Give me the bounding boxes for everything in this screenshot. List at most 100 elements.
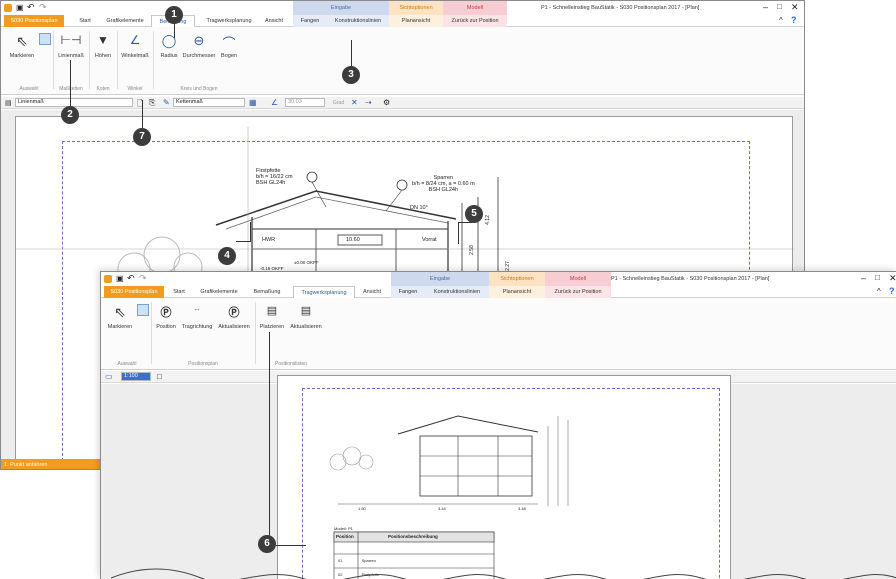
close-button[interactable]: ✕ [791, 2, 799, 13]
pen-icon[interactable]: ✎ [163, 98, 170, 107]
tab-konstruktionslinien[interactable]: Konstruktionslinien [425, 286, 489, 298]
table-header-description: Positionsbeschreibung [388, 534, 438, 539]
frame-icon[interactable]: □ [157, 372, 162, 381]
back-window-title: P1 - Schnelleinstieg BauStatik - S030 Po… [541, 5, 700, 11]
front-ribbon: ⇖ Markieren Ⓟ Position ↔ Tragrichtung Ⓟ … [101, 298, 896, 370]
tab-grafikelemente[interactable]: Grafikelemente [195, 286, 243, 298]
app-icon [4, 4, 12, 12]
tab-zurueck-zur-position[interactable]: Zurück zur Position [443, 15, 507, 27]
bogen-button[interactable]: ⌒ Bogen [217, 33, 241, 59]
undo-icon[interactable]: ↶ [27, 2, 35, 13]
tab-bemassung[interactable]: Bemaßung [247, 286, 287, 298]
list-refresh-icon: ▤ [300, 305, 312, 317]
unit-label: Grad [333, 100, 345, 106]
ctx-modell-header: Modell [545, 272, 611, 286]
copy-icon[interactable]: ⎘ [149, 98, 155, 108]
close-button[interactable]: ✕ [889, 273, 896, 284]
arc-icon: ⌒ [222, 36, 236, 51]
group-positionsplan: Positionsplan [188, 361, 218, 367]
tragrichtung-button[interactable]: ↔ Tragrichtung [179, 304, 215, 330]
view-icon[interactable]: ▭ [105, 372, 113, 381]
callout-6: 6 [258, 535, 276, 553]
minimize-button[interactable]: – [763, 2, 768, 12]
tab-start[interactable]: Start [167, 286, 191, 298]
table-header-position: Position [336, 534, 354, 539]
maximize-button[interactable]: □ [875, 273, 880, 282]
collapse-ribbon-icon[interactable]: ^ [877, 287, 881, 296]
back-tab-bar: S030 Positionsplan Start Grafikelemente … [1, 15, 804, 27]
tab-start[interactable]: Start [71, 15, 99, 27]
callout-7: 7 [133, 128, 151, 146]
aktualisieren-list-button[interactable]: ▤ Aktualisieren [287, 304, 325, 330]
markieren-button[interactable]: ⇖ Markieren [7, 33, 37, 59]
front-canvas[interactable]: Modell: P1 Position Positionsbeschreibun… [101, 375, 896, 579]
front-dim-b: 3.44 [438, 506, 446, 511]
tab-ansicht[interactable]: Ansicht [357, 286, 387, 298]
select-box-icon[interactable] [137, 304, 149, 316]
ctx-eingabe-header: Eingabe [293, 1, 389, 15]
snap-icon[interactable]: ✕ [351, 98, 358, 107]
ctx-modell-header: Modell [443, 1, 507, 15]
callout-2: 2 [61, 106, 79, 124]
hoehen-button[interactable]: ▼ Höhen [91, 33, 115, 59]
list-place-icon: ▤ [266, 305, 278, 317]
tab-grafikelemente[interactable]: Grafikelemente [101, 15, 149, 27]
chain-type-combo[interactable]: Kettenmaß [173, 98, 245, 107]
save-icon[interactable]: ▣ [116, 274, 124, 283]
tab-zurueck-zur-position[interactable]: Zurück zur Position [545, 286, 611, 298]
back-ribbon: ⇖ Markieren ⊢⊣ Linienmaß ▼ Höhen ∠ Winke… [1, 27, 804, 95]
tab-file[interactable]: S030 Positionsplan [104, 286, 164, 298]
tab-fangen[interactable]: Fangen [391, 286, 425, 298]
front-tab-bar: S030 Positionsplan Start Grafikelemente … [101, 286, 896, 298]
help-icon[interactable]: ? [889, 286, 895, 296]
grid-icon[interactable]: ▦ [249, 98, 257, 107]
angle-value-input[interactable]: 30.03 [285, 98, 325, 107]
elevation-icon: ▼ [97, 33, 109, 47]
help-icon[interactable]: ? [791, 15, 797, 25]
minimize-button[interactable]: – [861, 273, 866, 283]
platzieren-button[interactable]: ▤ Platzieren [257, 304, 287, 330]
span-direction-icon: ↔ [193, 304, 201, 313]
tab-planansicht[interactable]: Planansicht [389, 15, 443, 27]
tab-tragwerksplanung[interactable]: Tragwerksplanung [293, 286, 355, 298]
durchmesser-button[interactable]: ⊖ Durchmesser [181, 33, 217, 59]
tab-file[interactable]: S030 Positionsplan [4, 15, 64, 27]
linienmass-button[interactable]: ⊢⊣ Linienmaß [55, 33, 87, 59]
position-button[interactable]: Ⓟ Position [153, 304, 179, 330]
select-box-icon[interactable] [39, 33, 51, 45]
cursor-icon: ⇖ [16, 33, 28, 49]
dimension-style-combo[interactable]: Linienmaß [15, 98, 133, 107]
markieren-button[interactable]: ⇖ Markieren [105, 304, 135, 330]
collapse-ribbon-icon[interactable]: ^ [779, 16, 783, 25]
settings-icon[interactable]: ⚙ [383, 98, 390, 107]
front-section-drawing [329, 415, 569, 579]
front-dim-a: 1.50 [358, 506, 366, 511]
redo-icon[interactable]: ↷ [39, 2, 47, 13]
back-options-toolbar: ▤ Linienmaß 🗋 ⎘ ✎ Kettenmaß ▦ ∠ 30.03 Gr… [1, 97, 804, 109]
undo-icon[interactable]: ↶ [127, 273, 135, 284]
tab-tragwerksplanung[interactable]: Tragwerksplanung [199, 15, 259, 27]
refresh-position-icon: Ⓟ [228, 307, 240, 319]
group-auswahl: Auswahl [19, 86, 39, 92]
diameter-icon: ⊖ [193, 33, 205, 48]
dim-label-c: 2.27 [504, 261, 511, 271]
tab-konstruktionslinien[interactable]: Konstruktionslinien [327, 15, 389, 27]
tab-ansicht[interactable]: Ansicht [259, 15, 289, 27]
radius-button[interactable]: ◯ Radius [157, 33, 181, 59]
maximize-button[interactable]: □ [777, 2, 782, 11]
position-p-icon: Ⓟ [160, 307, 172, 319]
linear-dimension-icon: ⊢⊣ [60, 33, 82, 47]
scale-combo[interactable]: 1:100 [121, 372, 151, 381]
tab-planansicht[interactable]: Planansicht [489, 286, 545, 298]
tab-fangen[interactable]: Fangen [293, 15, 327, 27]
ctx-eingabe-header: Eingabe [391, 272, 489, 286]
label-firstpfette-grade: BSH GL24h [256, 180, 286, 186]
style-icon: ▤ [5, 100, 12, 107]
angle-toggle-icon[interactable]: ∠ [271, 98, 278, 107]
group-kreis-und-bogen: Kreis und Bogen [180, 86, 218, 92]
arrow-icon[interactable]: ⇢ [365, 98, 372, 107]
save-icon[interactable]: ▣ [16, 3, 24, 12]
redo-icon[interactable]: ↷ [139, 273, 147, 284]
aktualisieren-position-button[interactable]: Ⓟ Aktualisieren [215, 304, 253, 330]
winkelmass-button[interactable]: ∠ Winkelmaß [119, 33, 151, 59]
